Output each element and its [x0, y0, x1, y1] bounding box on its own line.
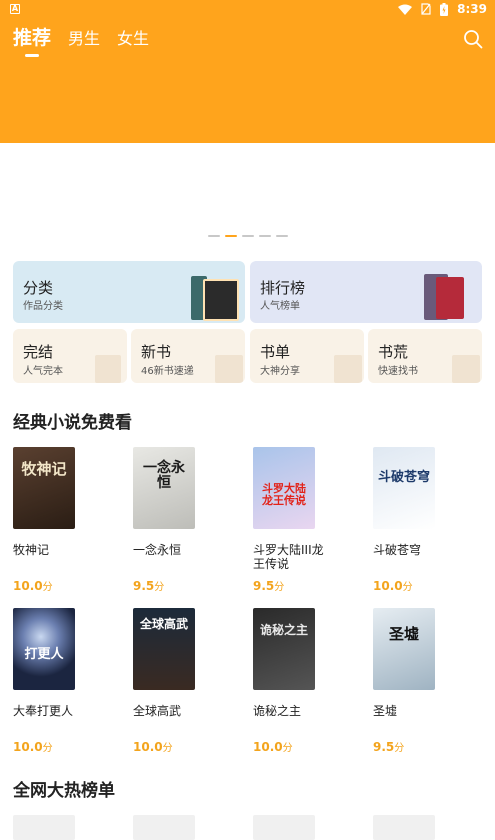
book-score: 10.0分: [133, 740, 173, 754]
book-stack-image: [203, 279, 239, 321]
card-title: 分类: [23, 279, 54, 297]
app-header: A 8:39 推荐 男生 女生: [0, 0, 495, 143]
book-title: 牧神记: [13, 543, 50, 557]
card-subtitle: 快速找书: [378, 366, 418, 377]
book-score: 10.0分: [13, 740, 53, 754]
category-card[interactable]: 分类 作品分类: [13, 261, 245, 323]
book-cover-placeholder[interactable]: [253, 815, 315, 840]
status-bar: A 8:39: [0, 0, 495, 20]
decoration-image: [215, 355, 243, 383]
no-sim-icon: [421, 3, 431, 15]
carousel-dot: [208, 235, 220, 237]
book-title: 斗罗大陆III龙王传说: [253, 543, 324, 571]
cover-title: 圣墟: [388, 625, 419, 643]
cover-title: 斗罗大陆 龙王传说: [262, 482, 306, 508]
book-cover-placeholder[interactable]: [133, 815, 195, 840]
card-title: 排行榜: [260, 279, 306, 297]
book-cover-placeholder[interactable]: [373, 815, 435, 840]
card-title: 新书: [141, 343, 172, 361]
section-title-classic: 经典小说免费看: [13, 413, 132, 433]
carousel-dot-active: [225, 235, 237, 237]
book-score: 10.0分: [373, 579, 413, 593]
card-subtitle: 大神分享: [260, 366, 300, 377]
book-cover: 斗破苍穹: [373, 447, 435, 529]
card-subtitle: 作品分类: [23, 301, 63, 312]
decoration-image: [334, 355, 362, 383]
book-title: 全球高武: [133, 704, 182, 718]
book-cover: 诡秘之主: [253, 608, 315, 690]
banner-carousel[interactable]: [0, 143, 495, 243]
book-title: 一念永恒: [133, 543, 182, 557]
tab-female[interactable]: 女生: [117, 28, 149, 50]
channel-tabs: 推荐 男生 女生: [13, 26, 149, 57]
cover-title: 诡秘之主: [259, 623, 308, 637]
tab-recommend[interactable]: 推荐: [13, 26, 51, 57]
ranking-card[interactable]: 排行榜 人气榜单: [250, 261, 482, 323]
book-cover: 全球高武: [133, 608, 195, 690]
finished-card[interactable]: 完结 人气完本: [13, 329, 127, 383]
book-title: 诡秘之主: [253, 704, 302, 718]
decoration-image: [452, 355, 480, 383]
carousel-dot: [242, 235, 254, 237]
wifi-icon: [398, 4, 413, 15]
carousel-dot: [276, 235, 288, 237]
card-subtitle: 46新书速递: [141, 366, 194, 377]
carousel-dot: [259, 235, 271, 237]
status-time: 8:39: [457, 2, 487, 16]
battery-icon: [440, 2, 449, 16]
find-books-card[interactable]: 书荒 快速找书: [368, 329, 482, 383]
card-subtitle: 人气完本: [23, 366, 63, 377]
book-score: 10.0分: [13, 579, 53, 593]
cover-title: 一念永恒: [143, 460, 185, 492]
card-title: 完结: [23, 343, 54, 361]
carousel-indicator: [208, 235, 288, 237]
book-cover: 打更人: [13, 608, 75, 690]
decoration-image: [95, 355, 121, 383]
book-stack-image: [436, 277, 464, 319]
card-title: 书荒: [378, 343, 409, 361]
notification-icon: A: [10, 4, 20, 14]
card-title: 书单: [260, 343, 291, 361]
book-cover: 圣墟: [373, 608, 435, 690]
new-books-card[interactable]: 新书 46新书速递: [131, 329, 245, 383]
card-subtitle: 人气榜单: [260, 301, 300, 312]
search-icon[interactable]: [463, 29, 483, 49]
booklist-card[interactable]: 书单 大神分享: [250, 329, 364, 383]
cover-title: 斗破苍穹: [377, 470, 430, 485]
book-cover: 一念永恒: [133, 447, 195, 529]
book-title: 大奉打更人: [13, 704, 74, 718]
cover-title: 打更人: [24, 647, 64, 662]
book-score: 9.5分: [253, 579, 285, 593]
book-cover: 斗罗大陆 龙王传说: [253, 447, 315, 529]
book-cover: 牧神记: [13, 447, 75, 529]
book-title: 斗破苍穹: [373, 543, 422, 557]
book-score: 10.0分: [253, 740, 293, 754]
book-score: 9.5分: [133, 579, 165, 593]
tab-male[interactable]: 男生: [68, 28, 100, 50]
book-cover-placeholder[interactable]: [13, 815, 75, 840]
cover-title: 牧神记: [21, 460, 67, 478]
section-title-hot: 全网大热榜单: [13, 781, 115, 801]
book-title: 圣墟: [373, 704, 398, 718]
cover-title: 全球高武: [139, 617, 188, 631]
book-score: 9.5分: [373, 740, 405, 754]
